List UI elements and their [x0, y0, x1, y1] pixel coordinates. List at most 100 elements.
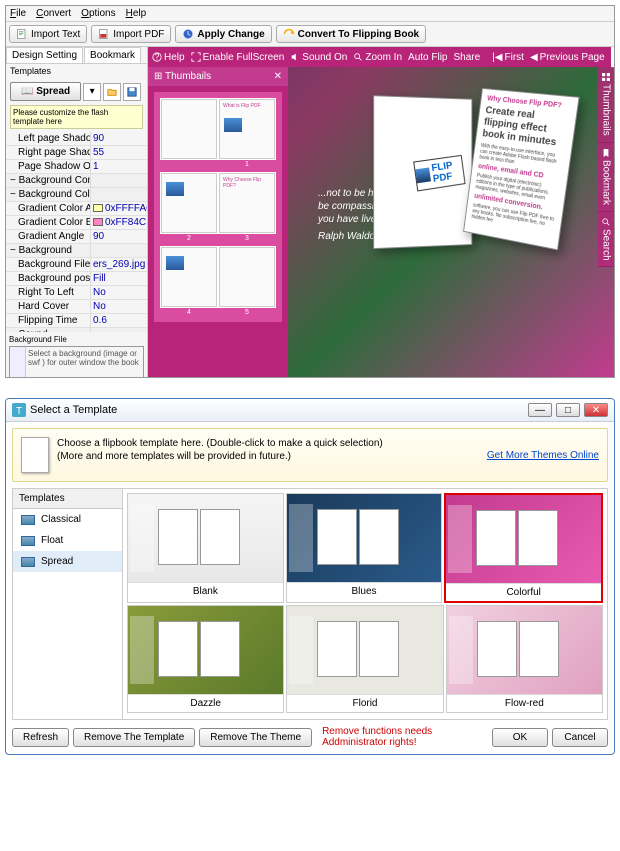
- property-row[interactable]: Left page Shadow90: [6, 132, 147, 146]
- select-template-dialog: T Select a Template — □ ✕ Choose a flipb…: [5, 398, 615, 755]
- bg-file-box[interactable]: Select a background (image or swf ) for …: [9, 346, 144, 377]
- sound-button[interactable]: Sound On: [290, 52, 347, 63]
- minimize-button[interactable]: —: [528, 403, 552, 417]
- template-colorful[interactable]: Colorful: [444, 493, 603, 603]
- template-category-spread[interactable]: Spread: [13, 551, 122, 572]
- thumbnails-title: Thumbails: [165, 71, 211, 82]
- grid-icon: [602, 73, 610, 81]
- templates-label: Templates: [6, 64, 147, 78]
- app-icon: T: [12, 403, 26, 417]
- fullscreen-button[interactable]: Enable FullScreen: [191, 52, 285, 63]
- template-flowred[interactable]: Flow-red: [446, 605, 603, 713]
- bookmark-icon: [602, 149, 610, 157]
- property-row[interactable]: Right To LeftNo: [6, 286, 147, 300]
- zoom-icon: [353, 52, 363, 62]
- property-row[interactable]: Gradient Color B0xFF84C1: [6, 216, 147, 230]
- property-row[interactable]: Background positionFill: [6, 272, 147, 286]
- property-row[interactable]: − Background: [6, 244, 147, 258]
- viewer-toolbar: ?Help Enable FullScreen Sound On Zoom In…: [148, 47, 614, 67]
- template-blank[interactable]: Blank: [127, 493, 284, 603]
- help-button[interactable]: ?Help: [152, 52, 185, 63]
- close-thumbnails-button[interactable]: ✕: [274, 71, 282, 82]
- main-app-window: FFileile Convert Options Help Import Tex…: [5, 5, 615, 378]
- property-row[interactable]: Page Shadow Opacity1: [6, 160, 147, 174]
- property-row[interactable]: Gradient Color A0xFFFFA6: [6, 202, 147, 216]
- main-toolbar: Import Text Import PDF Apply Change Conv…: [6, 22, 614, 47]
- info-line-2: (More and more templates will be provide…: [57, 450, 479, 463]
- dialog-titlebar: T Select a Template — □ ✕: [6, 399, 614, 422]
- template-category-classical[interactable]: Classical: [13, 509, 122, 530]
- tab-design-setting[interactable]: Design Setting: [6, 47, 83, 63]
- property-row[interactable]: Flipping Time0.6: [6, 314, 147, 328]
- import-text-button[interactable]: Import Text: [9, 25, 87, 43]
- cancel-button[interactable]: Cancel: [552, 728, 608, 747]
- sound-icon: [290, 52, 300, 62]
- flipbook-3d[interactable]: FLIP PDF Why Choose Flip PDF? Create rea…: [374, 77, 574, 257]
- help-icon: ?: [152, 52, 162, 62]
- menu-options[interactable]: Options: [81, 8, 115, 19]
- menu-convert[interactable]: Convert: [36, 8, 71, 19]
- thumbnails-panel: ⊞ Thumbails ✕ What is Flip PDF1Why Choos…: [148, 67, 288, 377]
- sidetab-bookmark[interactable]: Bookmark: [598, 143, 614, 212]
- prev-page-button[interactable]: ◀ Previous Page: [530, 52, 605, 63]
- template-category-float[interactable]: Float: [13, 530, 122, 551]
- property-row[interactable]: − Background Color: [6, 188, 147, 202]
- property-row[interactable]: Right page Shadow55: [6, 146, 147, 160]
- zoom-button[interactable]: Zoom In: [353, 52, 402, 63]
- template-dazzle[interactable]: Dazzle: [127, 605, 284, 713]
- import-pdf-icon: [98, 28, 110, 40]
- close-button[interactable]: ✕: [584, 403, 608, 417]
- sidetab-thumbnails[interactable]: Thumbnails: [598, 67, 614, 143]
- autoflip-button[interactable]: Auto Flip: [408, 52, 447, 63]
- remove-template-button[interactable]: Remove The Template: [73, 728, 195, 747]
- convert-icon: [283, 28, 295, 40]
- template-save-button[interactable]: [123, 83, 141, 101]
- template-category-list: Templates ClassicalFloatSpread: [13, 489, 123, 719]
- template-side-header: Templates: [13, 489, 122, 509]
- ok-button[interactable]: OK: [492, 728, 548, 747]
- remove-theme-button[interactable]: Remove The Theme: [199, 728, 312, 747]
- flipbook-viewer: ?Help Enable FullScreen Sound On Zoom In…: [148, 47, 614, 377]
- page-number[interactable]: 2-3/6: [611, 47, 614, 68]
- thumbnail-item[interactable]: What is Flip PDF: [160, 98, 276, 160]
- book-icon: [21, 437, 49, 473]
- flip-pdf-logo: FLIP PDF: [413, 155, 465, 192]
- background-file-section: Background File Select a background (ima…: [9, 335, 144, 377]
- import-text-icon: [16, 28, 28, 40]
- property-row[interactable]: − Sound: [6, 328, 147, 332]
- template-grid: BlankBluesColorful DazzleFloridFlow-red: [123, 489, 607, 719]
- maximize-button[interactable]: □: [556, 403, 580, 417]
- sidetab-search[interactable]: Search: [598, 212, 614, 268]
- template-florid[interactable]: Florid: [286, 605, 443, 713]
- get-more-themes-link[interactable]: Get More Themes Online: [487, 450, 599, 461]
- property-row[interactable]: Gradient Angle90: [6, 230, 147, 244]
- property-row[interactable]: − Background Config: [6, 174, 147, 188]
- admin-warning: Remove functions needs Addministrator ri…: [316, 726, 488, 748]
- book-left-page: FLIP PDF: [373, 95, 472, 249]
- svg-text:T: T: [16, 406, 22, 417]
- folder-icon: [107, 87, 117, 97]
- menu-file[interactable]: FFileile: [10, 8, 26, 19]
- template-blues[interactable]: Blues: [286, 493, 443, 603]
- template-spread-button[interactable]: 📖 Spread: [10, 82, 81, 101]
- template-dropdown-button[interactable]: ▾: [83, 83, 101, 101]
- share-button[interactable]: Share: [454, 52, 481, 63]
- thumbnail-item[interactable]: Why Choose Flip PDF?: [160, 172, 276, 234]
- property-list[interactable]: Left page Shadow90Right page Shadow55Pag…: [6, 132, 147, 332]
- tab-bookmark[interactable]: Bookmark: [84, 47, 141, 63]
- bg-file-label: Background File: [9, 335, 144, 344]
- refresh-button[interactable]: Refresh: [12, 728, 69, 747]
- bg-file-text: Select a background (image or swf ) for …: [26, 347, 143, 377]
- property-row[interactable]: Hard CoverNo: [6, 300, 147, 314]
- import-pdf-button[interactable]: Import PDF: [91, 25, 171, 43]
- first-page-button[interactable]: |◀ First: [492, 52, 524, 63]
- template-folder-button[interactable]: [103, 83, 121, 101]
- fullscreen-icon: [191, 52, 201, 62]
- menu-help[interactable]: Help: [126, 8, 147, 19]
- apply-change-button[interactable]: Apply Change: [175, 25, 271, 43]
- convert-book-button[interactable]: Convert To Flipping Book: [276, 25, 426, 43]
- property-row[interactable]: Background Fileers_269.jpg ...: [6, 258, 147, 272]
- book-area[interactable]: ...not to be happy. It be compassionate,…: [298, 77, 594, 367]
- apply-icon: [182, 28, 194, 40]
- thumbnail-item[interactable]: [160, 246, 276, 308]
